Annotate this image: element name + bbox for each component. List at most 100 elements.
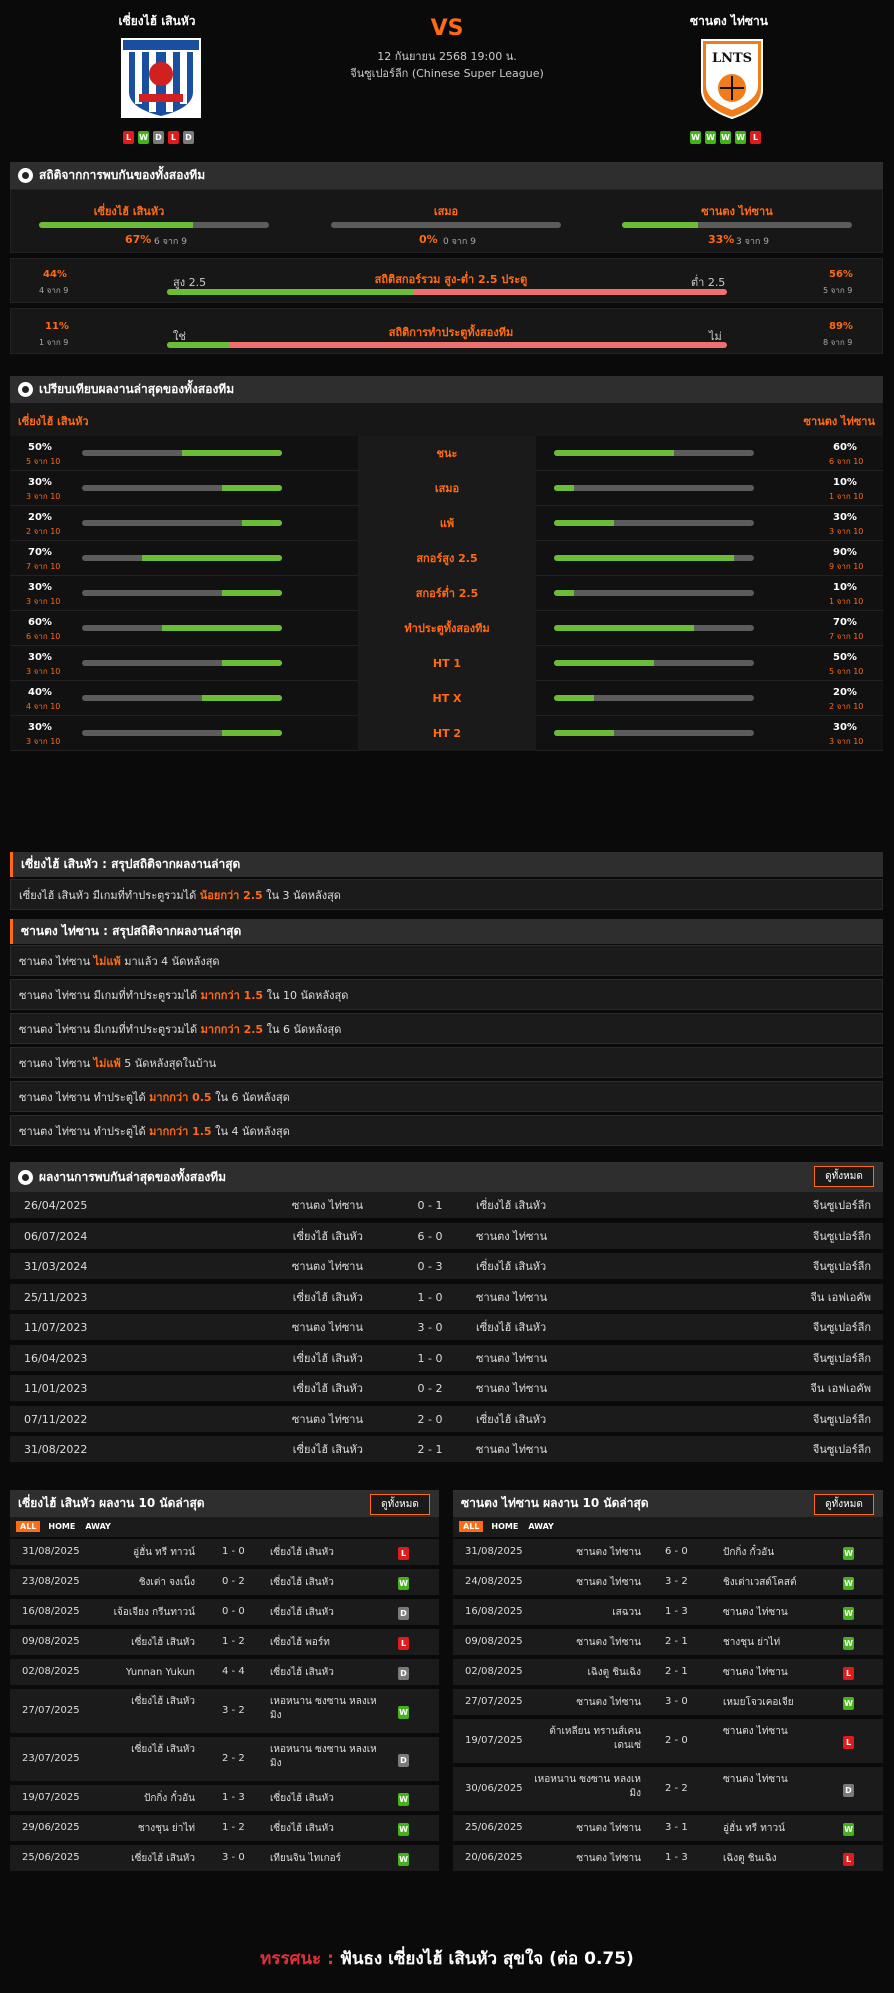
h2h-row[interactable]: 26/04/2025 ซานตง ไท่ซาน 0 - 1 เซี่ยงไฮ้ เสิ…: [10, 1192, 883, 1220]
summary-row: ซานตง ไท่ซาน ทำประตูได้ มากกว่า 1.5 ใน 4…: [10, 1115, 883, 1146]
compare-row: 30% 3 จาก 10 เสมอ 10% 1 จาก 10: [10, 471, 883, 506]
result-row[interactable]: 23/08/2025 ชิงเต่า จงเน็ง 0 - 2 เซี่ยงไฮ้ เ…: [10, 1569, 439, 1597]
away-team: เทียนจิน ไทเกอร์: [270, 1853, 342, 1864]
away-team: เหอหนาน ซงซาน หลงเหมิง: [270, 1696, 377, 1721]
match-date: 02/08/2025: [22, 1666, 80, 1677]
h2h-view-all-button[interactable]: ดูทั้งหมด: [814, 1166, 874, 1187]
away-team: ชางชุน ย่าไท่: [723, 1637, 781, 1648]
tab-all[interactable]: ALL: [16, 1521, 41, 1532]
away-count: 1 จาก 10: [829, 597, 864, 606]
result-row[interactable]: 25/06/2025 ซานตง ไท่ซาน 3 - 1 อู่ฮั่น ทรี ท…: [453, 1815, 883, 1843]
result-row[interactable]: 16/08/2025 เจ้อเจียง กรีนทาวน์ 0 - 0 เซี่ยง…: [10, 1599, 439, 1627]
result-row[interactable]: 25/06/2025 เซี่ยงไฮ้ เสินหัว 3 - 0 เทียนจิน…: [10, 1845, 439, 1873]
compare-label: สกอร์ต่ำ 2.5: [358, 576, 536, 611]
svg-text:LNTS: LNTS: [712, 51, 752, 66]
away-pct: 20%: [833, 687, 857, 698]
tab-home[interactable]: HOME: [489, 1521, 520, 1532]
result-row[interactable]: 30/06/2025 เหอหนาน ซงซาน หลงเหมิง 2 - 2 ซาน…: [453, 1767, 883, 1813]
result-row[interactable]: 23/07/2025 เซี่ยงไฮ้ เสินหัว 2 - 2 เหอหนาน …: [10, 1737, 439, 1783]
match-date: 31/08/2025: [465, 1546, 523, 1557]
compare-label: ชนะ: [358, 436, 536, 471]
summary-highlight: มากกว่า 1.5: [200, 989, 264, 1002]
result-badge: L: [843, 1736, 854, 1749]
away-win-count: 3 จาก 9: [736, 237, 769, 247]
tab-away[interactable]: AWAY: [83, 1521, 113, 1532]
tab-home[interactable]: HOME: [46, 1521, 77, 1532]
home-pct: 30%: [28, 722, 52, 733]
result-row[interactable]: 20/06/2025 ซานตง ไท่ซาน 1 - 3 เฉิงตู ชินเฉิ…: [453, 1845, 883, 1873]
compare-label: ทำประตูทั้งสองทีม: [358, 611, 536, 646]
match-date: 27/07/2025: [22, 1705, 80, 1716]
away-count: 7 จาก 10: [829, 632, 864, 641]
away-team: เซี่ยงไฮ้ เสินหัว: [270, 1577, 334, 1588]
away-team: ซานตง ไท่ซาน: [476, 1382, 548, 1395]
home-team-name[interactable]: เซี่ยงไฮ้ เสินหัว: [57, 12, 257, 31]
form-badge: D: [153, 131, 164, 144]
score: 0 - 0: [222, 1606, 245, 1617]
home-count: 2 จาก 10: [26, 527, 61, 536]
away-last10-view-all-button[interactable]: ดูทั้งหมด: [814, 1494, 874, 1515]
h2h-row[interactable]: 06/07/2024 เซี่ยงไฮ้ เสินหัว 6 - 0 ซานตง ไท…: [10, 1222, 883, 1251]
home-team: เจ้อเจียง กรีนทาวน์: [113, 1607, 195, 1618]
h2h-row[interactable]: 11/07/2023 ซานตง ไท่ซาน 3 - 0 เซี่ยงไฮ้ เสิ…: [10, 1314, 883, 1342]
tab-away[interactable]: AWAY: [526, 1521, 556, 1532]
result-row[interactable]: 24/08/2025 ซานตง ไท่ซาน 3 - 2 ชิงเต่าเวสต์โ…: [453, 1569, 883, 1597]
result-badge: W: [843, 1577, 854, 1590]
away-team: เหมยโจวเคอเจีย: [723, 1697, 794, 1708]
score: 0 - 2: [417, 1382, 443, 1395]
home-win-pct: 67%: [125, 233, 152, 246]
match-date: 25/06/2025: [465, 1822, 523, 1833]
result-row[interactable]: 09/08/2025 เซี่ยงไฮ้ เสินหัว 1 - 2 เซี่ยงไฮ…: [10, 1629, 439, 1657]
home-bar: [82, 660, 282, 666]
result-row[interactable]: 27/07/2025 ซานตง ไท่ซาน 3 - 0 เหมยโจวเคอเจี…: [453, 1689, 883, 1717]
tab-all[interactable]: ALL: [459, 1521, 484, 1532]
section-title: ผลงานการพบกันล่าสุดของทั้งสองทีม: [39, 1169, 227, 1184]
over-under-bar: [167, 289, 727, 295]
summary-text-end: ใน 6 นัดหลังสุด: [211, 1091, 290, 1104]
away-team-name[interactable]: ซานตง ไท่ซาน: [629, 12, 829, 31]
result-row[interactable]: 19/07/2025 ต้าเหลียน ทรานส์เคน เดนเซ่ 2 - …: [453, 1719, 883, 1765]
result-row[interactable]: 27/07/2025 เซี่ยงไฮ้ เสินหัว 3 - 2 เหอหนาน …: [10, 1689, 439, 1735]
result-row[interactable]: 31/08/2025 ซานตง ไท่ซาน 6 - 0 ปักกิ่ง กั๋วอ…: [453, 1539, 883, 1567]
result-badge: W: [843, 1637, 854, 1650]
btts-yes-pct: 11%: [45, 321, 69, 332]
result-row[interactable]: 16/08/2025 เสฉวน 1 - 3 ซานตง ไท่ซาน W: [453, 1599, 883, 1627]
h2h-row[interactable]: 25/11/2023 เซี่ยงไฮ้ เสินหัว 1 - 0 ซานตง ไท…: [10, 1283, 883, 1312]
home-last10-view-all-button[interactable]: ดูทั้งหมด: [370, 1494, 430, 1515]
result-row[interactable]: 19/07/2025 ปักกิ่ง กั๋วอัน 1 - 3 เซี่ยงไฮ้ …: [10, 1785, 439, 1813]
draw-pct: 0%: [419, 233, 438, 246]
away-team: เซี่ยงไฮ้ เสินหัว: [476, 1260, 547, 1273]
summary-text: ซานตง ไท่ซาน มีเกมที่ทำประตูรวมได้: [19, 1023, 201, 1036]
home-team: เซี่ยงไฮ้ เสินหัว: [131, 1696, 195, 1707]
football-icon: [18, 168, 33, 183]
home-bar: [82, 625, 282, 631]
away-team: เซี่ยงไฮ้ เสินหัว: [270, 1607, 334, 1618]
compare-row: 30% 3 จาก 10 สกอร์ต่ำ 2.5 10% 1 จาก 10: [10, 576, 883, 611]
summary-text-end: ใน 6 นัดหลังสุด: [263, 1023, 342, 1036]
summary-row: เซี่ยงไฮ้ เสินหัว มีเกมที่ทำประตูรวมได้ …: [10, 879, 883, 910]
away-team: เฉิงตู ชินเฉิง: [723, 1853, 777, 1864]
h2h-row[interactable]: 31/03/2024 ซานตง ไท่ซาน 0 - 3 เซี่ยงไฮ้ เสิ…: [10, 1253, 883, 1281]
result-row[interactable]: 09/08/2025 ซานตง ไท่ซาน 2 - 1 ชางชุน ย่าไท่…: [453, 1629, 883, 1657]
away-team: เซี่ยงไฮ้ เสินหัว: [270, 1793, 334, 1804]
result-row[interactable]: 31/08/2025 อู่ฮั่น ทรี ทาวน์ 1 - 0 เซี่ยงไฮ…: [10, 1539, 439, 1567]
h2h-row[interactable]: 11/01/2023 เซี่ยงไฮ้ เสินหัว 0 - 2 ซานตง ไท…: [10, 1375, 883, 1403]
match-date: 07/11/2022: [24, 1412, 88, 1426]
score: 0 - 1: [417, 1199, 443, 1212]
result-row[interactable]: 02/08/2025 Yunnan Yukun 4 - 4 เซี่ยงไฮ้ เสิ…: [10, 1659, 439, 1687]
result-badge: W: [843, 1823, 854, 1836]
score: 1 - 3: [665, 1852, 688, 1863]
compare-away-name: ซานตง ไท่ซาน: [803, 415, 875, 428]
result-row[interactable]: 02/08/2025 เฉิงตู ชินเฉิง 2 - 1 ซานตง ไท่ซา…: [453, 1659, 883, 1687]
form-badge: W: [690, 131, 701, 144]
section-title: สถิติจากการพบกันของทั้งสองทีม: [39, 168, 206, 182]
score: 2 - 0: [665, 1735, 688, 1746]
h2h-row[interactable]: 07/11/2022 ซานตง ไท่ซาน 2 - 0 เซี่ยงไฮ้ เสิ…: [10, 1405, 883, 1434]
form-badge: L: [123, 131, 134, 144]
h2h-row[interactable]: 31/08/2022 เซี่ยงไฮ้ เสินหัว 2 - 1 ซานตง ไท…: [10, 1436, 883, 1464]
h2h-row[interactable]: 16/04/2023 เซี่ยงไฮ้ เสินหัว 1 - 0 ซานตง ไท…: [10, 1344, 883, 1373]
result-row[interactable]: 29/06/2025 ชางชุน ย่าไท่ 1 - 2 เซี่ยงไฮ้ เส…: [10, 1815, 439, 1843]
away-win-bar: [622, 222, 852, 228]
summary-text-end: ใน 3 นัดหลังสุด: [262, 889, 341, 902]
home-team: เซี่ยงไฮ้ เสินหัว: [131, 1637, 195, 1648]
